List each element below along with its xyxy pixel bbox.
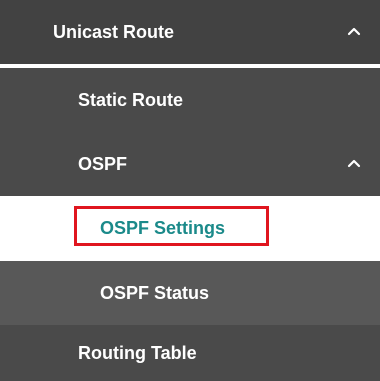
chevron-up-icon[interactable]: [346, 156, 362, 172]
menu-item-label: OSPF Settings: [100, 217, 226, 238]
chevron-up-icon[interactable]: [346, 24, 362, 40]
menu-item-unicast-route[interactable]: Unicast Route: [0, 0, 380, 64]
menu-item-label: Routing Table: [78, 342, 197, 363]
menu-item-ospf-settings[interactable]: OSPF Settings: [0, 196, 380, 260]
menu-item-label: Static Route: [78, 89, 184, 110]
menu-item-ospf-status[interactable]: OSPF Status: [0, 261, 380, 325]
menu-item-static-route[interactable]: Static Route: [0, 68, 380, 132]
menu-item-label: OSPF Status: [100, 282, 210, 303]
menu-item-ospf[interactable]: OSPF: [0, 132, 380, 196]
menu-item-label: Unicast Route: [53, 21, 175, 42]
menu-item-label: OSPF: [78, 153, 128, 174]
menu-item-routing-table[interactable]: Routing Table: [0, 325, 380, 381]
